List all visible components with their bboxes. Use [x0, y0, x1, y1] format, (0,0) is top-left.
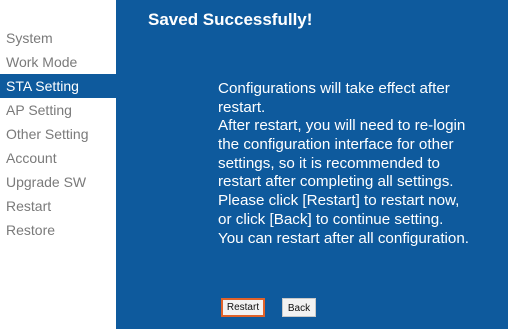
sidebar-item-sta-setting[interactable]: STA Setting [0, 74, 116, 98]
sidebar-item-other-setting[interactable]: Other Setting [0, 122, 116, 146]
message-line: or click [Back] to continue setting. [218, 210, 444, 228]
sidebar-item-restart[interactable]: Restart [0, 194, 116, 218]
main-panel: Saved Successfully! Configurations will … [116, 0, 508, 329]
restart-message: Configurations will take effect after re… [218, 80, 508, 248]
message-line: After restart, you will need to re-login [218, 117, 466, 135]
sidebar-item-upgrade-sw[interactable]: Upgrade SW [0, 170, 116, 194]
sidebar-nav: System Work Mode STA Setting AP Setting … [0, 0, 116, 329]
sidebar-item-system[interactable]: System [0, 26, 116, 50]
sidebar-item-account[interactable]: Account [0, 146, 116, 170]
config-page: System Work Mode STA Setting AP Setting … [0, 0, 508, 329]
restart-button[interactable]: Restart [221, 298, 265, 317]
message-line: settings, so it is recommended to [218, 154, 441, 172]
page-title: Saved Successfully! [148, 10, 313, 29]
sidebar-item-work-mode[interactable]: Work Mode [0, 50, 116, 74]
message-line: You can restart after all configuration. [218, 229, 470, 247]
back-button[interactable]: Back [282, 298, 316, 317]
message-line: the configuration interface for other [218, 136, 454, 154]
message-line: restart after completing all settings. [218, 173, 454, 191]
message-line: Configurations will take effect after [218, 80, 450, 97]
sidebar-item-restore[interactable]: Restore [0, 218, 116, 242]
message-line: Please click [Restart] to restart now, [218, 192, 460, 210]
message-line: restart. [218, 98, 266, 116]
sidebar-item-ap-setting[interactable]: AP Setting [0, 98, 116, 122]
